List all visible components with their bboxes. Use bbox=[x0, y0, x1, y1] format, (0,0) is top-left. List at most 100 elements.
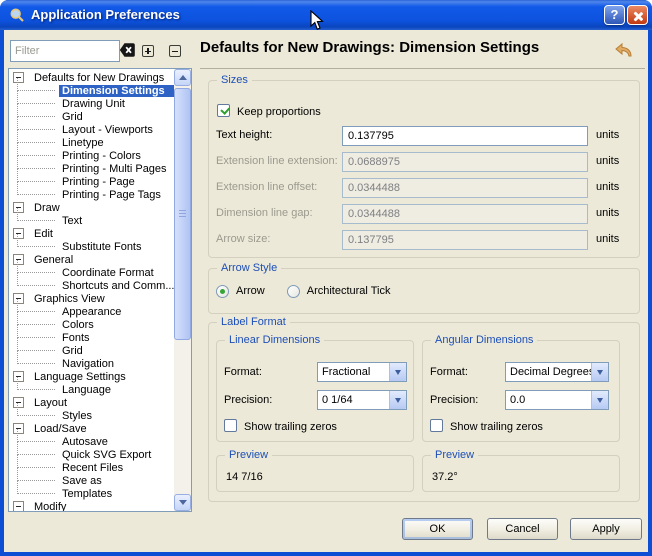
tree-item-label[interactable]: Layout - Viewports bbox=[59, 124, 156, 136]
collapse-node-icon[interactable] bbox=[13, 371, 24, 382]
angular-precision-select[interactable]: 0.0 bbox=[505, 390, 609, 410]
tree-item-label[interactable]: Templates bbox=[59, 488, 115, 500]
collapse-node-icon[interactable] bbox=[13, 397, 24, 408]
collapse-node-icon[interactable] bbox=[13, 423, 24, 434]
tree-item-modify[interactable]: Modify bbox=[9, 500, 174, 511]
filter-input[interactable] bbox=[10, 40, 120, 62]
tree-item-label[interactable]: Drawing Unit bbox=[59, 98, 128, 110]
tree-item-label[interactable]: Navigation bbox=[59, 358, 117, 370]
tree-item-draw[interactable]: Draw bbox=[9, 201, 174, 214]
tree-item-label[interactable]: Language bbox=[59, 384, 114, 396]
tree-item-label[interactable]: Text bbox=[59, 215, 85, 227]
tree-item-label[interactable]: Draw bbox=[31, 202, 63, 214]
linear-trailing-zeros-label[interactable]: Show trailing zeros bbox=[244, 421, 337, 433]
tree-item-label[interactable]: Save as bbox=[59, 475, 105, 487]
arrow-style-option-arrow[interactable]: Arrow bbox=[216, 285, 265, 298]
tree-item-label[interactable]: Quick SVG Export bbox=[59, 449, 154, 461]
tree-item-label[interactable]: Autosave bbox=[59, 436, 111, 448]
text-height-field[interactable] bbox=[342, 126, 588, 146]
radio-icon[interactable] bbox=[287, 285, 300, 298]
tree-item-label[interactable]: Dimension Settings bbox=[59, 85, 174, 97]
collapse-node-icon[interactable] bbox=[13, 228, 24, 239]
tree-item-label[interactable]: Printing - Colors bbox=[59, 150, 144, 162]
tree-item-save-as[interactable]: Save as bbox=[9, 474, 174, 487]
scrollbar-thumb[interactable] bbox=[174, 88, 191, 340]
tree-item-label[interactable]: Printing - Page Tags bbox=[59, 189, 164, 201]
tree-item-graphics-view[interactable]: Graphics View bbox=[9, 292, 174, 305]
collapse-node-icon[interactable] bbox=[13, 501, 24, 511]
angular-trailing-zeros-label[interactable]: Show trailing zeros bbox=[450, 421, 543, 433]
tree-item-templates[interactable]: Templates bbox=[9, 487, 174, 500]
tree-item-label[interactable]: Printing - Multi Pages bbox=[59, 163, 170, 175]
tree-item-quick-svg-export[interactable]: Quick SVG Export bbox=[9, 448, 174, 461]
close-button[interactable] bbox=[627, 5, 648, 25]
tree-item-language-settings[interactable]: Language Settings bbox=[9, 370, 174, 383]
tree-item-label[interactable]: Language Settings bbox=[31, 371, 129, 383]
tree-item-appearance[interactable]: Appearance bbox=[9, 305, 174, 318]
tree-item-grid[interactable]: Grid bbox=[9, 110, 174, 123]
tree-item-drawing-unit[interactable]: Drawing Unit bbox=[9, 97, 174, 110]
tree-item-label[interactable]: Grid bbox=[59, 345, 86, 357]
tree-item-recent-files[interactable]: Recent Files bbox=[9, 461, 174, 474]
chevron-down-icon[interactable] bbox=[389, 363, 406, 381]
tree-item-coordinate-format[interactable]: Coordinate Format bbox=[9, 266, 174, 279]
tree-item-printing-page[interactable]: Printing - Page bbox=[9, 175, 174, 188]
tree-item-label[interactable]: Styles bbox=[59, 410, 95, 422]
tree-item-label[interactable]: Shortcuts and Comm... bbox=[59, 280, 174, 292]
tree-item-linetype[interactable]: Linetype bbox=[9, 136, 174, 149]
collapse-node-icon[interactable] bbox=[13, 254, 24, 265]
tree-item-label[interactable]: Printing - Page bbox=[59, 176, 138, 188]
tree-item-autosave[interactable]: Autosave bbox=[9, 435, 174, 448]
tree-item-label[interactable]: Substitute Fonts bbox=[59, 241, 145, 253]
tree-item-text[interactable]: Text bbox=[9, 214, 174, 227]
tree-item-label[interactable]: Recent Files bbox=[59, 462, 126, 474]
chevron-down-icon[interactable] bbox=[389, 391, 406, 409]
tree-item-label[interactable]: Layout bbox=[31, 397, 70, 409]
tree-item-general[interactable]: General bbox=[9, 253, 174, 266]
tree-scrollbar[interactable] bbox=[174, 69, 191, 511]
scroll-down-icon[interactable] bbox=[174, 494, 191, 511]
tree-item-grid[interactable]: Grid bbox=[9, 344, 174, 357]
angular-trailing-zeros-checkbox[interactable] bbox=[430, 419, 443, 432]
tree-item-printing-colors[interactable]: Printing - Colors bbox=[9, 149, 174, 162]
tree-item-label[interactable]: Fonts bbox=[59, 332, 93, 344]
tree-item-label[interactable]: Defaults for New Drawings bbox=[31, 72, 167, 84]
tree-item-colors[interactable]: Colors bbox=[9, 318, 174, 331]
title-bar[interactable]: Application Preferences ? bbox=[0, 0, 652, 30]
tree-item-layout[interactable]: Layout bbox=[9, 396, 174, 409]
collapse-all-icon[interactable] bbox=[169, 45, 181, 57]
keep-proportions-label[interactable]: Keep proportions bbox=[237, 106, 321, 118]
linear-precision-select[interactable]: 0 1/64 bbox=[317, 390, 407, 410]
collapse-node-icon[interactable] bbox=[13, 293, 24, 304]
chevron-down-icon[interactable] bbox=[591, 363, 608, 381]
arrow-style-option-architectural-tick[interactable]: Architectural Tick bbox=[287, 285, 391, 298]
tree-item-printing-page-tags[interactable]: Printing - Page Tags bbox=[9, 188, 174, 201]
tree-item-styles[interactable]: Styles bbox=[9, 409, 174, 422]
tree-item-label[interactable]: Edit bbox=[31, 228, 56, 240]
tree-item-edit[interactable]: Edit bbox=[9, 227, 174, 240]
help-button[interactable]: ? bbox=[604, 5, 625, 25]
linear-format-select[interactable]: Fractional bbox=[317, 362, 407, 382]
tree-item-label[interactable]: Modify bbox=[31, 501, 69, 512]
collapse-node-icon[interactable] bbox=[13, 202, 24, 213]
tree-item-defaults-for-new-drawings[interactable]: Defaults for New Drawings bbox=[9, 71, 174, 84]
keep-proportions-checkbox[interactable] bbox=[217, 104, 230, 117]
tree-item-dimension-settings[interactable]: Dimension Settings bbox=[9, 84, 174, 97]
ok-button[interactable]: OK bbox=[402, 518, 473, 540]
chevron-down-icon[interactable] bbox=[591, 391, 608, 409]
cancel-button[interactable]: Cancel bbox=[487, 518, 558, 540]
clear-filter-icon[interactable] bbox=[119, 42, 136, 58]
collapse-node-icon[interactable] bbox=[13, 72, 24, 83]
linear-trailing-zeros-checkbox[interactable] bbox=[224, 419, 237, 432]
tree-content[interactable]: Defaults for New DrawingsDimension Setti… bbox=[9, 69, 174, 511]
tree-item-label[interactable]: Coordinate Format bbox=[59, 267, 157, 279]
apply-button[interactable]: Apply bbox=[570, 518, 642, 540]
tree-item-navigation[interactable]: Navigation bbox=[9, 357, 174, 370]
tree-item-label[interactable]: Linetype bbox=[59, 137, 107, 149]
undo-icon[interactable] bbox=[614, 42, 635, 60]
tree-item-label[interactable]: Graphics View bbox=[31, 293, 108, 305]
tree-item-shortcuts-and-comm[interactable]: Shortcuts and Comm... bbox=[9, 279, 174, 292]
tree-item-label[interactable]: Appearance bbox=[59, 306, 124, 318]
tree-item-language[interactable]: Language bbox=[9, 383, 174, 396]
tree-item-label[interactable]: Grid bbox=[59, 111, 86, 123]
